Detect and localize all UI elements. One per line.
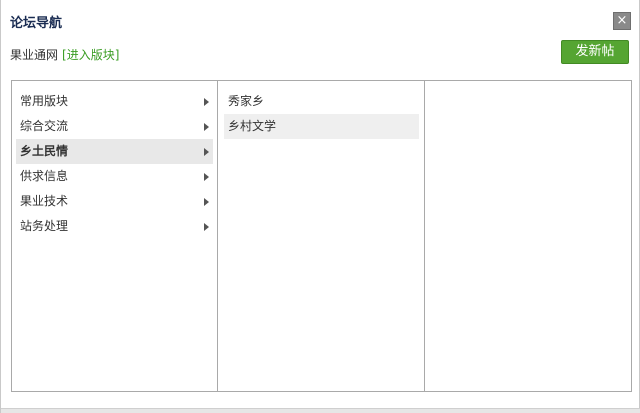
category-label: 乡土民情 xyxy=(20,144,69,158)
category-item[interactable]: 综合交流 xyxy=(16,114,213,139)
forum-name: 果业通网 xyxy=(10,48,59,62)
forum-panes: 常用版块 综合交流 乡土民情 供求信息 果业技术 站务处理 秀家乡 乡村文学 xyxy=(11,80,632,392)
chevron-right-icon xyxy=(204,123,209,131)
close-icon[interactable]: × xyxy=(613,12,631,30)
forum-nav-dialog: 论坛导航 × 果业通网 [进入版块] 发新帖 常用版块 综合交流 乡土民情 供求信… xyxy=(0,0,640,413)
category-label: 站务处理 xyxy=(20,219,69,233)
category-item[interactable]: 站务处理 xyxy=(16,214,213,239)
category-label: 常用版块 xyxy=(20,94,69,108)
breadcrumb: 果业通网 [进入版块] xyxy=(10,46,119,63)
category-item[interactable]: 常用版块 xyxy=(16,89,213,114)
forum-pane-empty xyxy=(425,81,631,391)
subcategory-item-selected[interactable]: 乡村文学 xyxy=(224,114,419,139)
category-label: 综合交流 xyxy=(20,119,69,133)
category-pane: 常用版块 综合交流 乡土民情 供求信息 果业技术 站务处理 xyxy=(12,81,218,391)
category-item[interactable]: 果业技术 xyxy=(16,189,213,214)
subcategory-pane: 秀家乡 乡村文学 xyxy=(218,81,425,391)
chevron-right-icon xyxy=(204,223,209,231)
category-label: 果业技术 xyxy=(20,194,69,208)
dialog-bottom-edge xyxy=(1,408,640,413)
new-post-button[interactable]: 发新帖 xyxy=(561,40,629,64)
dialog-title: 论坛导航 xyxy=(10,16,63,31)
category-item[interactable]: 供求信息 xyxy=(16,164,213,189)
enter-forum-link[interactable]: [进入版块] xyxy=(62,48,119,62)
chevron-right-icon xyxy=(204,198,209,206)
chevron-right-icon xyxy=(204,148,209,156)
category-item-active[interactable]: 乡土民情 xyxy=(16,139,213,164)
chevron-right-icon xyxy=(204,173,209,181)
subcategory-item[interactable]: 秀家乡 xyxy=(224,89,419,114)
category-label: 供求信息 xyxy=(20,169,69,183)
chevron-right-icon xyxy=(204,98,209,106)
